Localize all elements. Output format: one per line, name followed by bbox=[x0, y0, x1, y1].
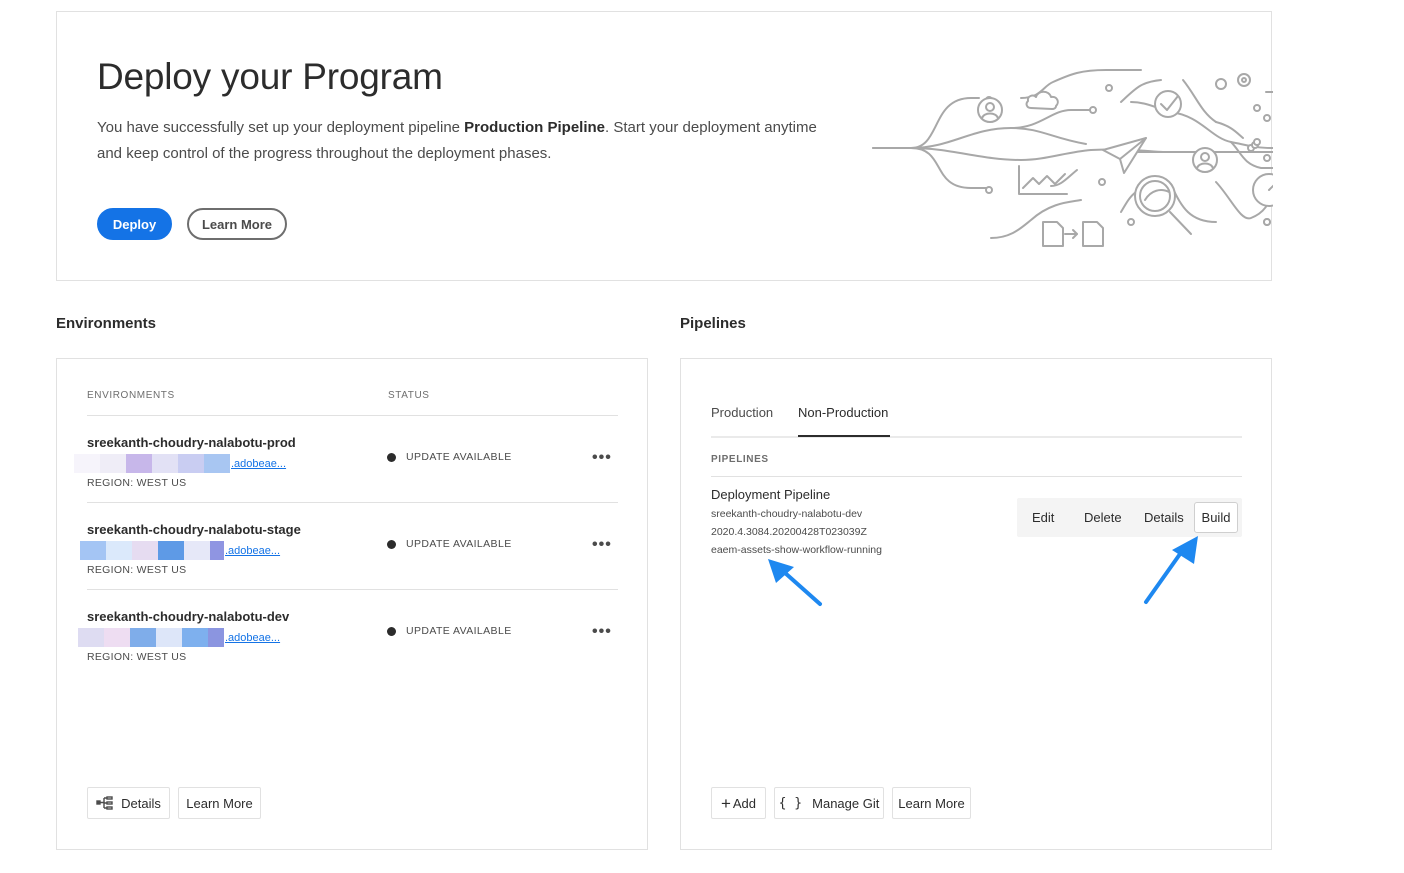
row-divider bbox=[87, 589, 618, 590]
add-label: Add bbox=[732, 795, 757, 811]
more-options-icon[interactable]: ••• bbox=[592, 536, 612, 554]
redacted-block bbox=[126, 454, 152, 473]
redacted-block bbox=[104, 628, 130, 647]
status-badge: UPDATE AVAILABLE bbox=[387, 538, 512, 550]
pipelines-column-header: PIPELINES bbox=[711, 454, 769, 465]
redacted-block bbox=[80, 541, 106, 560]
environment-name[interactable]: sreekanth-choudry-nalabotu-dev bbox=[87, 609, 289, 624]
environment-name[interactable]: sreekanth-choudry-nalabotu-prod bbox=[87, 435, 296, 450]
status-column-header: STATUS bbox=[388, 390, 430, 401]
redacted-block bbox=[178, 454, 204, 473]
deploy-program-card: Deploy your Program You have successfull… bbox=[56, 11, 1273, 281]
environment-link[interactable]: .adobeae... bbox=[225, 545, 280, 557]
manage-git-label: Manage Git bbox=[812, 795, 880, 811]
status-badge: UPDATE AVAILABLE bbox=[387, 451, 512, 463]
redacted-block bbox=[152, 454, 178, 473]
hero-desc-text-1: You have successfully set up your deploy… bbox=[97, 119, 465, 136]
add-pipeline-button[interactable]: + Add bbox=[711, 787, 766, 819]
details-button[interactable]: Details bbox=[1144, 498, 1184, 537]
status-text: UPDATE AVAILABLE bbox=[406, 538, 512, 550]
environment-url: .adobeae... bbox=[78, 628, 280, 647]
status-text: UPDATE AVAILABLE bbox=[406, 451, 512, 463]
tabs-divider bbox=[711, 436, 1242, 438]
redacted-block bbox=[130, 628, 156, 647]
redacted-block bbox=[208, 628, 224, 647]
redacted-block bbox=[204, 454, 230, 473]
redacted-block bbox=[74, 454, 100, 473]
header-divider bbox=[87, 415, 618, 416]
environments-card: ENVIRONMENTS STATUS sreekanth-choudry-na… bbox=[56, 358, 648, 850]
redacted-block bbox=[100, 454, 126, 473]
active-tab-indicator bbox=[798, 435, 890, 437]
delete-button[interactable]: Delete bbox=[1084, 498, 1122, 537]
environments-learn-more-button[interactable]: Learn More bbox=[178, 787, 261, 819]
status-badge: UPDATE AVAILABLE bbox=[387, 625, 512, 637]
annotation-arrow-build bbox=[1144, 536, 1198, 604]
manage-git-button[interactable]: { } Manage Git bbox=[774, 787, 884, 819]
environments-column-header: ENVIRONMENTS bbox=[87, 390, 175, 401]
pipeline-environment: sreekanth-choudry-nalabotu-dev bbox=[711, 508, 863, 520]
pipeline-illustration bbox=[872, 69, 1273, 247]
redacted-block bbox=[184, 541, 210, 560]
braces-icon: { } bbox=[778, 795, 803, 811]
header-divider bbox=[711, 476, 1242, 477]
row-divider bbox=[87, 502, 618, 503]
redacted-block bbox=[132, 541, 158, 560]
status-dot-icon bbox=[387, 452, 396, 462]
hero-learn-more-button[interactable]: Learn More bbox=[187, 208, 287, 240]
environment-region: REGION: WEST US bbox=[87, 564, 187, 576]
environment-url: .adobeae... bbox=[74, 454, 286, 473]
status-text: UPDATE AVAILABLE bbox=[406, 625, 512, 637]
more-options-icon[interactable]: ••• bbox=[592, 623, 612, 641]
redacted-block bbox=[182, 628, 208, 647]
environment-link[interactable]: .adobeae... bbox=[225, 632, 280, 644]
details-tree-icon bbox=[96, 796, 113, 810]
edit-button[interactable]: Edit bbox=[1032, 498, 1054, 537]
more-options-icon[interactable]: ••• bbox=[592, 449, 612, 467]
environment-link[interactable]: .adobeae... bbox=[231, 458, 286, 470]
environments-section-title: Environments bbox=[56, 315, 157, 332]
pipeline-branch: eaem-assets-show-workflow-running bbox=[711, 544, 882, 556]
redacted-block bbox=[210, 541, 224, 560]
hero-pipeline-name: Production Pipeline bbox=[464, 119, 606, 136]
environment-row-stage: sreekanth-choudry-nalabotu-stage .adobea… bbox=[80, 522, 618, 609]
environment-region: REGION: WEST US bbox=[87, 477, 187, 489]
environment-row-dev: sreekanth-choudry-nalabotu-dev .adobeae.… bbox=[78, 609, 618, 696]
redacted-block bbox=[158, 541, 184, 560]
pipeline-name: Deployment Pipeline bbox=[711, 487, 831, 502]
pipelines-section-title: Pipelines bbox=[680, 315, 746, 332]
pipeline-version: 2020.4.3084.20200428T023039Z bbox=[711, 526, 867, 538]
environment-url: .adobeae... bbox=[80, 541, 280, 560]
hero-description: You have successfully set up your deploy… bbox=[97, 115, 817, 167]
environment-row-prod: sreekanth-choudry-nalabotu-prod .adobeae… bbox=[74, 435, 618, 522]
redacted-block bbox=[78, 628, 104, 647]
tab-non-production[interactable]: Non-Production bbox=[798, 405, 888, 420]
pipelines-learn-more-button[interactable]: Learn More bbox=[892, 787, 971, 819]
status-dot-icon bbox=[387, 539, 396, 549]
environments-details-button[interactable]: Details bbox=[87, 787, 170, 819]
pipeline-action-bar: Edit Delete Details Build bbox=[1017, 498, 1242, 537]
annotation-arrow-branch bbox=[768, 559, 822, 606]
environment-region: REGION: WEST US bbox=[87, 651, 187, 663]
tab-production[interactable]: Production bbox=[711, 405, 773, 420]
redacted-block bbox=[156, 628, 182, 647]
status-dot-icon bbox=[387, 626, 396, 636]
redacted-block bbox=[106, 541, 132, 560]
details-label: Details bbox=[121, 795, 161, 811]
hero-title: Deploy your Program bbox=[97, 56, 443, 97]
environment-name[interactable]: sreekanth-choudry-nalabotu-stage bbox=[87, 522, 301, 537]
build-button[interactable]: Build bbox=[1194, 502, 1238, 533]
plus-icon: + bbox=[720, 793, 731, 813]
deploy-button[interactable]: Deploy bbox=[97, 208, 172, 240]
